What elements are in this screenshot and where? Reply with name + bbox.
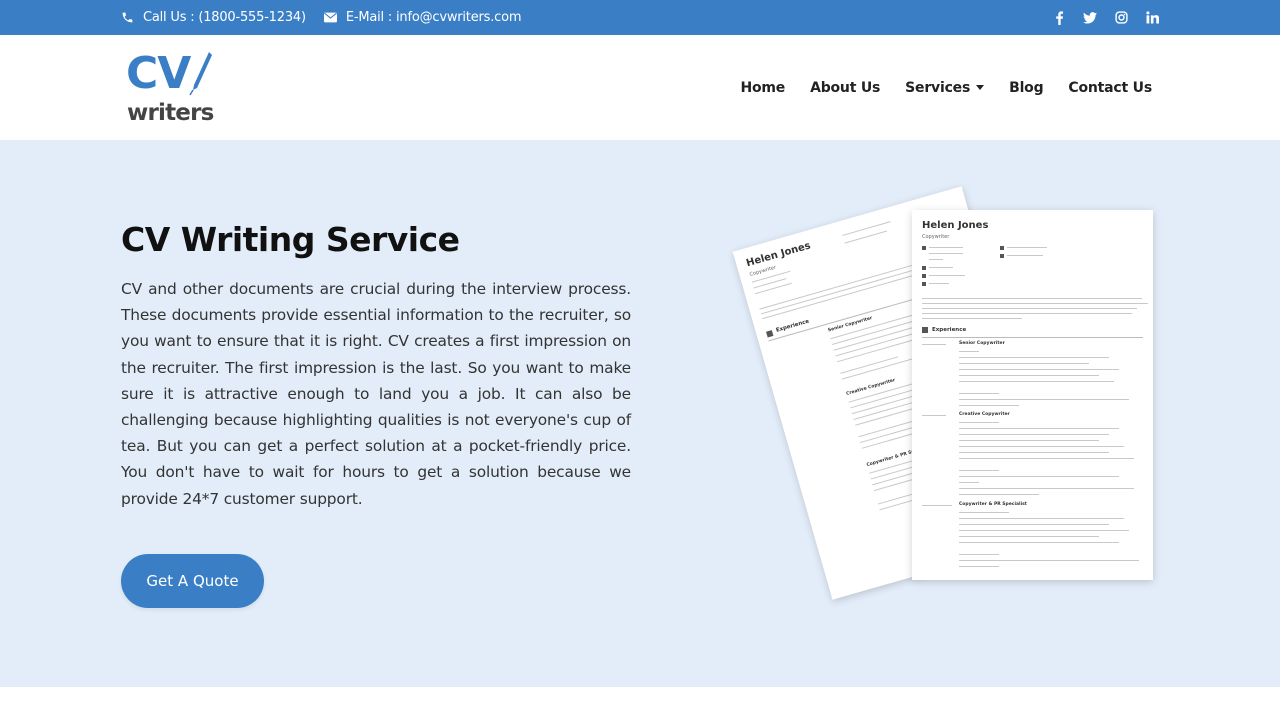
nav-about-us[interactable]: About Us	[810, 80, 880, 96]
pen-icon	[189, 52, 212, 96]
nav-home[interactable]: Home	[740, 80, 785, 96]
facebook-icon[interactable]	[1052, 10, 1066, 25]
resume-image-front: Helen Jones Copywriter Experience Senior…	[912, 210, 1153, 580]
twitter-icon[interactable]	[1083, 11, 1097, 25]
hero-description: CV and other documents are crucial durin…	[121, 280, 631, 508]
envelope-icon	[323, 12, 337, 23]
top-contact-bar: Call Us : (1800-555-1234) E-Mail : info@…	[0, 0, 1280, 35]
email-contact[interactable]: E-Mail : info@cvwriters.com	[323, 10, 522, 25]
instagram-icon[interactable]	[1114, 11, 1128, 25]
hero-title: CV Writing Service	[121, 220, 460, 259]
resume-front-role: Copywriter	[922, 234, 950, 240]
linkedin-icon[interactable]	[1145, 11, 1159, 25]
hero-section: CV Writing Service CV and other document…	[0, 140, 1280, 687]
caret-down-icon	[976, 85, 985, 90]
nav-contact-us[interactable]: Contact Us	[1068, 80, 1152, 96]
social-links	[1035, 0, 1159, 35]
resume-back-name: Helen Jones	[745, 240, 812, 270]
get-a-quote-button[interactable]: Get A Quote	[121, 554, 264, 608]
resume-back-section: Experience	[775, 318, 810, 334]
resume-front-name: Helen Jones	[922, 220, 989, 231]
page-bottom-strip	[0, 687, 1280, 719]
phone-contact[interactable]: Call Us : (1800-555-1234)	[121, 10, 306, 25]
resume-front-section: Experience	[932, 327, 967, 333]
cv-writers-logo[interactable]: CV writers	[126, 48, 222, 128]
resume-front-job1: Senior Copywriter	[959, 341, 1005, 346]
site-header: CV writers Home About Us Services Blog C…	[0, 35, 1280, 140]
phone-label: Call Us : (1800-555-1234)	[143, 10, 306, 25]
logo-text-writers: writers	[127, 100, 214, 126]
nav-blog[interactable]: Blog	[1009, 80, 1044, 96]
email-label: E-Mail : info@cvwriters.com	[345, 10, 522, 25]
resume-front-job3: Copywriter & PR Specialist	[959, 502, 1027, 507]
phone-icon	[122, 12, 133, 23]
nav-services-label: Services	[905, 79, 971, 96]
nav-services-dropdown[interactable]: Services	[905, 79, 985, 96]
contact-info: Call Us : (1800-555-1234) E-Mail : info@…	[121, 0, 539, 35]
resume-back-job1: Senior Copywriter	[827, 316, 873, 334]
logo-text-cv: CV	[126, 48, 191, 99]
main-navigation: Home About Us Services Blog Contact Us	[715, 35, 1152, 140]
resume-front-job2: Creative Copywriter	[959, 412, 1010, 417]
